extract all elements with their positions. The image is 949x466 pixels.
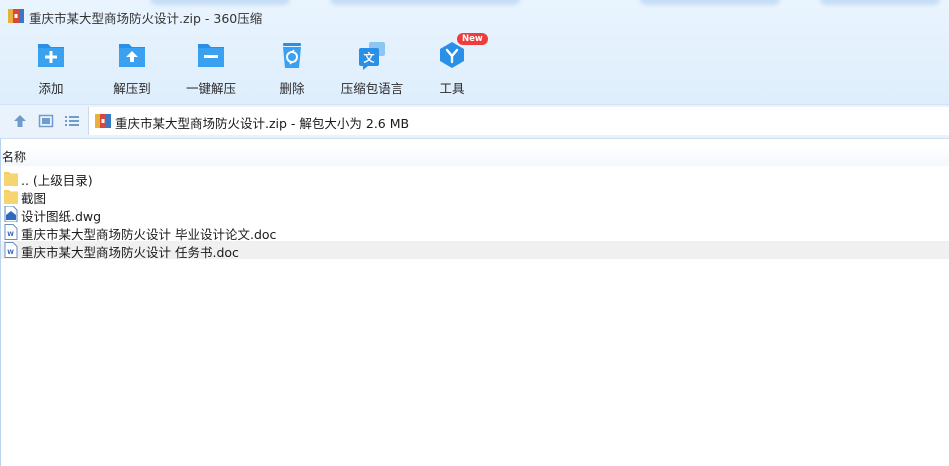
navigation-bar: 重庆市某大型商场防火设计.zip - 解包大小为 2.6 MB	[0, 104, 949, 139]
column-header-name[interactable]: 名称	[1, 146, 949, 166]
list-view-icon[interactable]	[64, 113, 80, 129]
extract-to-label: 解压到	[113, 81, 151, 96]
archive-path-text: 重庆市某大型商场防火设计.zip - 解包大小为 2.6 MB	[115, 116, 410, 131]
zip-archive-icon	[8, 9, 24, 23]
file-list: 名称 .. (上级目录) 截图 设计图纸.dwg W 重庆市某大型商场防火设计 …	[0, 138, 949, 466]
one-click-extract-button[interactable]: 一键解压	[171, 38, 251, 98]
address-bar[interactable]: 重庆市某大型商场防火设计.zip - 解包大小为 2.6 MB	[88, 107, 949, 135]
blurred-region	[820, 0, 940, 5]
column-name-label: 名称	[2, 150, 27, 164]
tools-button[interactable]: New 工具	[412, 33, 492, 98]
add-icon	[38, 44, 64, 67]
add-button[interactable]: 添加	[11, 38, 91, 98]
language-icon: 文	[359, 42, 385, 70]
one-click-extract-label: 一键解压	[185, 81, 236, 96]
archive-language-label: 压缩包语言	[340, 81, 404, 96]
delete-label: 删除	[279, 81, 305, 96]
add-label: 添加	[38, 81, 64, 96]
tools-label: 工具	[439, 81, 465, 96]
extract-to-button[interactable]: 解压到	[92, 38, 172, 98]
doc-file-icon: W	[4, 242, 18, 258]
window-title: 重庆市某大型商场防火设计.zip - 360压缩	[29, 11, 263, 26]
title-bar: 重庆市某大型商场防火设计.zip - 360压缩	[0, 0, 949, 32]
dwg-file-icon	[4, 206, 18, 222]
list-item-file[interactable]: 设计图纸.dwg	[1, 205, 949, 224]
delete-icon	[283, 43, 301, 68]
toolbar: 添加 解压到 一键解压 删除 文 压缩包语言 New 工具	[0, 33, 949, 98]
blurred-region	[640, 0, 780, 5]
doc-file-icon: W	[4, 224, 18, 240]
top-area: 重庆市某大型商场防火设计.zip - 360压缩 添加 解压到 一键解压 删除 …	[0, 0, 949, 104]
new-badge: New	[457, 33, 488, 45]
up-arrow-icon[interactable]	[12, 113, 28, 129]
blurred-region	[150, 0, 290, 5]
delete-button[interactable]: 删除	[252, 38, 332, 98]
one-click-extract-icon	[198, 44, 224, 67]
archive-language-button[interactable]: 文 压缩包语言	[332, 38, 412, 98]
list-item-file[interactable]: W 重庆市某大型商场防火设计 毕业设计论文.doc	[1, 223, 949, 242]
svg-text:W: W	[7, 231, 14, 238]
list-item-folder[interactable]: 截图	[1, 187, 949, 206]
file-name: 重庆市某大型商场防火设计 任务书.doc	[21, 245, 239, 260]
list-item-parent-directory[interactable]: .. (上级目录)	[1, 169, 949, 188]
list-item-file-selected[interactable]: W 重庆市某大型商场防火设计 任务书.doc	[1, 241, 949, 260]
thumbnail-view-icon[interactable]	[38, 113, 54, 129]
folder-icon	[4, 190, 18, 204]
extract-to-icon	[119, 44, 145, 67]
zip-archive-icon	[95, 114, 111, 128]
svg-text:文: 文	[364, 51, 376, 65]
folder-icon	[4, 172, 18, 186]
blurred-region	[330, 0, 520, 5]
svg-text:W: W	[7, 249, 14, 256]
